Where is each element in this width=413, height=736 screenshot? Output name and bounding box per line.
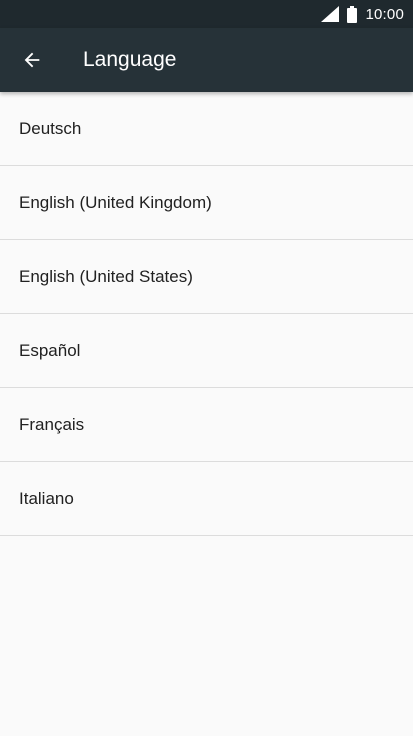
screen: 10:00 Language Deutsch English (United K… bbox=[0, 0, 413, 736]
arrow-back-icon bbox=[24, 52, 40, 68]
language-label: Español bbox=[19, 340, 81, 360]
language-label: English (United Kingdom) bbox=[19, 192, 212, 212]
status-bar: 10:00 bbox=[0, 0, 413, 28]
language-label: Italiano bbox=[19, 488, 74, 508]
language-item-italiano[interactable]: Italiano bbox=[0, 462, 413, 536]
language-item-english-uk[interactable]: English (United Kingdom) bbox=[0, 166, 413, 240]
language-item-deutsch[interactable]: Deutsch bbox=[0, 92, 413, 166]
battery-icon bbox=[347, 5, 358, 23]
app-bar: Language bbox=[0, 28, 413, 92]
language-item-francais[interactable]: Français bbox=[0, 388, 413, 462]
page-title: Language bbox=[83, 48, 177, 71]
language-label: English (United States) bbox=[19, 266, 193, 286]
back-button[interactable] bbox=[0, 28, 64, 92]
language-list: Deutsch English (United Kingdom) English… bbox=[0, 92, 413, 536]
cell-signal-icon bbox=[321, 6, 340, 22]
language-label: Deutsch bbox=[19, 118, 82, 138]
language-label: Français bbox=[19, 414, 85, 434]
language-item-espanol[interactable]: Español bbox=[0, 314, 413, 388]
language-item-english-us[interactable]: English (United States) bbox=[0, 240, 413, 314]
status-time: 10:00 bbox=[365, 5, 404, 23]
